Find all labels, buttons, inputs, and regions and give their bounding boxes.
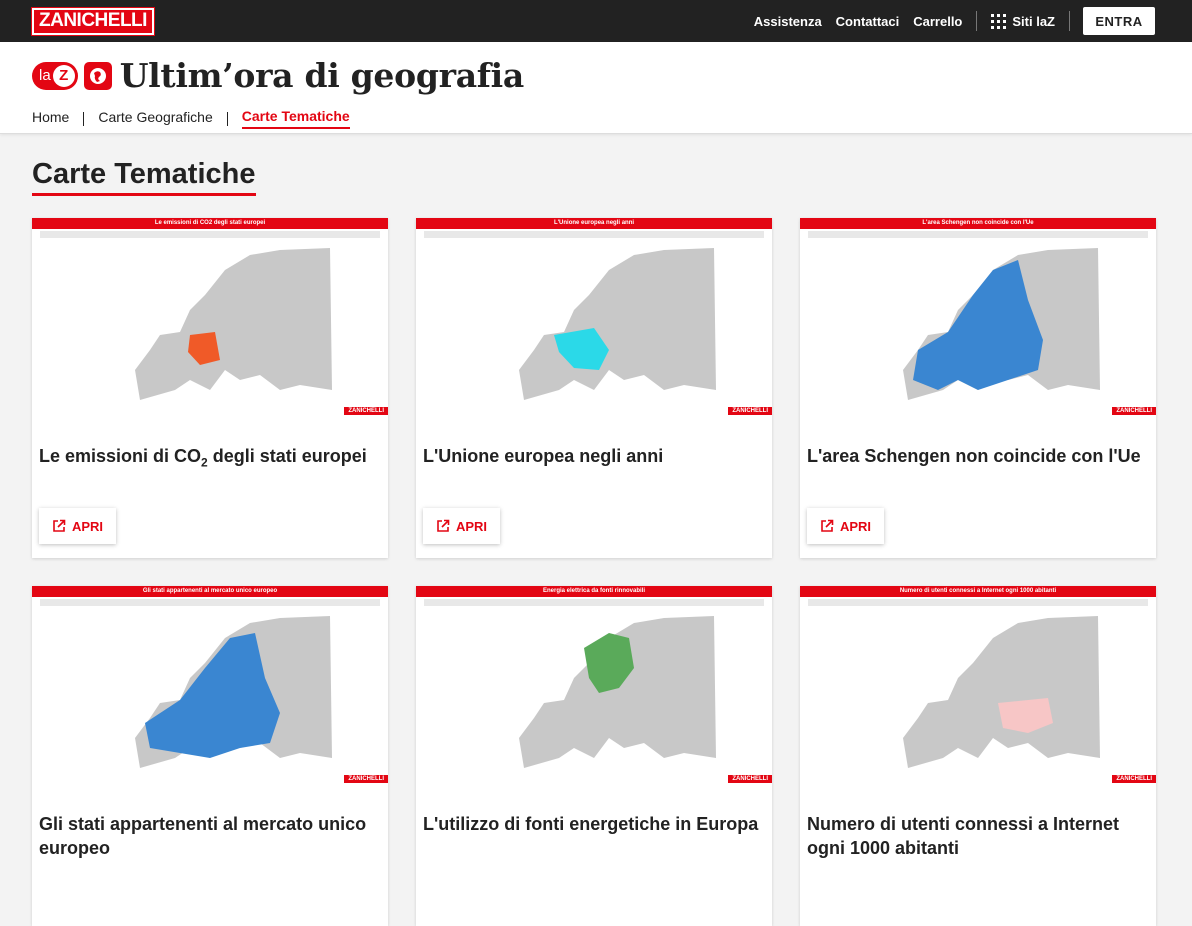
open-external-icon <box>53 519 66 532</box>
apri-button[interactable]: APRI <box>807 508 884 544</box>
thumbnail-subtitle-bar <box>424 231 764 238</box>
card-title: Gli stati appartenenti al mercato unico … <box>39 814 367 858</box>
carrello-link[interactable]: Carrello <box>906 14 969 29</box>
europe-land <box>519 248 716 400</box>
top-bar: ZANICHELLI Assistenza Contattaci Carrell… <box>0 0 1192 42</box>
page-title: Carte Tematiche <box>32 158 256 196</box>
thumbnail-subtitle-bar <box>808 231 1148 238</box>
thumbnail-title: Energia elettrica da fonti rinnovabili <box>416 586 772 597</box>
map-card[interactable]: Numero di utenti connessi a Internet ogn… <box>800 586 1156 926</box>
zanichelli-tag: ZANICHELLI <box>728 407 772 415</box>
breadcrumb: Home Carte Geografiche Carte Tematiche <box>32 108 350 129</box>
apri-button[interactable]: APRI <box>39 508 116 544</box>
zanichelli-tag: ZANICHELLI <box>344 407 388 415</box>
map-card[interactable]: Energia elettrica da fonti rinnovabili Z… <box>416 586 772 926</box>
zanichelli-tag: ZANICHELLI <box>728 775 772 783</box>
europe-map-svg <box>519 616 716 768</box>
divider <box>976 11 978 31</box>
card-title: Le emissioni di CO2 degli stati europei <box>39 446 367 470</box>
assistenza-link[interactable]: Assistenza <box>747 14 829 29</box>
map-card[interactable]: Le emissioni di CO2 degli stati europei … <box>32 218 388 558</box>
open-external-icon <box>437 519 450 532</box>
europe-map <box>40 608 380 770</box>
zanichelli-tag: ZANICHELLI <box>1112 407 1156 415</box>
breadcrumb-separator <box>226 111 228 126</box>
apri-label: APRI <box>71 518 104 534</box>
europe-map-svg <box>135 248 332 400</box>
apri-label: APRI <box>839 518 872 534</box>
siti-laz-menu[interactable]: Siti laZ <box>984 13 1062 29</box>
thumbnail-title: L'area Schengen non coincide con l'Ue <box>800 218 1156 229</box>
zanichelli-logo[interactable]: ZANICHELLI <box>31 6 155 36</box>
brand[interactable]: la Z Ultim’ora di geografia <box>32 56 524 95</box>
breadcrumb-separator <box>83 111 85 126</box>
thumbnail-subtitle-bar <box>808 599 1148 606</box>
laz-logo: la Z <box>32 61 78 90</box>
apps-grid-icon <box>991 13 1007 29</box>
map-thumbnail[interactable]: Le emissioni di CO2 degli stati europei … <box>32 218 388 418</box>
thumbnail-title: L'Unione europea negli anni <box>416 218 772 229</box>
card-grid: Le emissioni di CO2 degli stati europei … <box>32 218 1156 926</box>
thumbnail-subtitle-bar <box>40 599 380 606</box>
card-title: L'Unione europea negli anni <box>423 446 664 466</box>
thumbnail-title: Le emissioni di CO2 degli stati europei <box>32 218 388 229</box>
europe-map <box>808 240 1148 402</box>
map-thumbnail[interactable]: Numero di utenti connessi a Internet ogn… <box>800 586 1156 786</box>
europe-land <box>135 248 332 400</box>
site-title: Ultim’ora di geografia <box>119 56 525 95</box>
thumbnail-title: Numero di utenti connessi a Internet ogn… <box>800 586 1156 597</box>
entra-button[interactable]: ENTRA <box>1083 7 1155 35</box>
siti-laz-label: Siti laZ <box>1012 13 1055 29</box>
europe-map-svg <box>519 248 716 400</box>
map-thumbnail[interactable]: Gli stati appartenenti al mercato unico … <box>32 586 388 786</box>
map-card[interactable]: Gli stati appartenenti al mercato unico … <box>32 586 388 926</box>
card-title: Numero di utenti connessi a Internet ogn… <box>807 814 1120 858</box>
card-title: L'area Schengen non coincide con l'Ue <box>807 446 1141 466</box>
map-thumbnail[interactable]: Energia elettrica da fonti rinnovabili Z… <box>416 586 772 786</box>
map-thumbnail[interactable]: L'area Schengen non coincide con l'Ue ZA… <box>800 218 1156 418</box>
laz-la-text: la <box>39 67 51 84</box>
contattaci-link[interactable]: Contattaci <box>829 14 907 29</box>
breadcrumb-carte-tematiche[interactable]: Carte Tematiche <box>241 108 350 129</box>
europe-map <box>424 240 764 402</box>
europe-map-svg <box>903 616 1100 768</box>
apri-label: APRI <box>455 518 488 534</box>
europe-map-svg <box>135 616 332 768</box>
thumbnail-subtitle-bar <box>424 599 764 606</box>
europe-map <box>808 608 1148 770</box>
breadcrumb-home[interactable]: Home <box>32 109 69 128</box>
europe-land <box>903 616 1100 768</box>
europe-map <box>424 608 764 770</box>
card-title: L'utilizzo di fonti energetiche in Europ… <box>423 814 759 834</box>
site-header: la Z Ultim’ora di geografia Home Carte G… <box>0 42 1192 134</box>
europe-map-svg <box>903 248 1100 400</box>
laz-z-text: Z <box>52 64 75 87</box>
open-external-icon <box>821 519 834 532</box>
europe-map <box>40 240 380 402</box>
map-thumbnail[interactable]: L'Unione europea negli anni ZANICHELLI <box>416 218 772 418</box>
zanichelli-tag: ZANICHELLI <box>344 775 388 783</box>
thumbnail-title: Gli stati appartenenti al mercato unico … <box>32 586 388 597</box>
map-card[interactable]: L'Unione europea negli anni ZANICHELLI L… <box>416 218 772 558</box>
map-card[interactable]: L'area Schengen non coincide con l'Ue ZA… <box>800 218 1156 558</box>
apri-button[interactable]: APRI <box>423 508 500 544</box>
globe-icon <box>83 61 112 90</box>
breadcrumb-carte-geografiche[interactable]: Carte Geografiche <box>98 109 212 128</box>
thumbnail-subtitle-bar <box>40 231 380 238</box>
zanichelli-tag: ZANICHELLI <box>1112 775 1156 783</box>
divider <box>1069 11 1070 31</box>
top-nav: Assistenza Contattaci Carrello Siti laZ … <box>747 7 1155 35</box>
